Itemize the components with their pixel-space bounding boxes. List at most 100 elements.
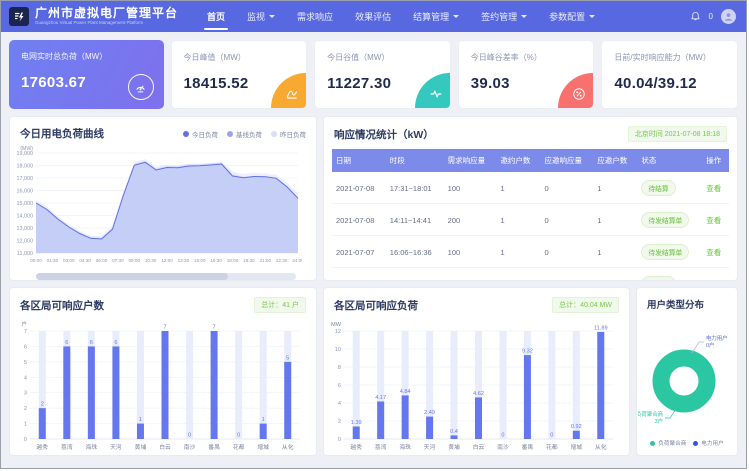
svg-text:18,000: 18,000 [17,164,34,170]
svg-text:3户: 3户 [655,417,663,425]
response-table: 日期时段需求响应量邀约户数应邀响应量应邀户数状态操作2021-07-0817:3… [332,149,729,281]
user-type-donut-chart: 电力用户0户负荷聚合商3户 [637,315,737,439]
status-badge: 待发结算单 [641,244,689,260]
table-header-cell: 应邀户数 [593,149,637,172]
legend-dot [271,131,277,137]
chart-zoom-slider[interactable] [36,273,296,280]
svg-text:白云: 白云 [159,443,171,451]
svg-text:1: 1 [262,417,265,423]
svg-text:8: 8 [338,365,341,371]
svg-text:5: 5 [286,355,289,361]
nav-item-5[interactable]: 签约管理 [470,1,538,32]
legend-item[interactable]: 昨日负荷 [271,129,306,139]
svg-text:21:00: 21:00 [260,258,272,263]
svg-text:6: 6 [114,340,117,346]
nav-item-3[interactable]: 效果评估 [344,1,402,32]
legend-label: 今日负荷 [192,129,218,139]
bottom-row: 各区局可响应户数 总计：41 户 01234567户2越秀6荔湾6海珠6天河1黄… [9,287,738,456]
nav-item-2[interactable]: 需求响应 [286,1,344,32]
kpi-card-3: 今日峰谷差率（%）39.03 [458,40,595,109]
svg-text:1: 1 [24,422,27,428]
brand-block: 广州市虚拟电厂管理平台 Guangzhou Virtual Power Plan… [35,7,178,26]
svg-text:13:30: 13:30 [178,258,190,263]
district-load-title: 各区局可响应负荷 [334,298,418,313]
svg-text:4: 4 [338,401,341,407]
nav-item-label: 效果评估 [355,10,391,23]
svg-text:2.49: 2.49 [424,410,435,416]
svg-text:0: 0 [501,433,504,439]
load-total-badge: 总计：40.04 MW [552,297,619,313]
district_load-svg: 024681012MW1.39越秀4.17荔湾4.84海珠2.49天河0.4黄埔… [324,317,619,453]
svg-text:1: 1 [139,417,142,423]
chart-zoom-handle[interactable] [36,273,228,280]
bell-icon[interactable] [690,11,701,22]
nav-item-6[interactable]: 参数配置 [538,1,606,32]
user-avatar[interactable] [721,9,736,24]
svg-text:0: 0 [237,433,240,439]
svg-text:0: 0 [338,437,341,443]
svg-text:从化: 从化 [282,443,294,451]
chevron-down-icon [269,15,275,18]
nav-item-0[interactable]: 首页 [196,1,236,32]
status-badge: 待结算 [641,276,675,281]
svg-text:11.89: 11.89 [594,325,608,331]
load-curve-chart: 11,00012,00013,00014,00015,00016,00017,0… [10,145,316,272]
cell-demand: 200 [444,268,497,282]
svg-text:7: 7 [213,325,216,331]
district-load-panel: 各区局可响应负荷 总计：40.04 MW 024681012MW1.39越秀4.… [323,287,630,456]
legend-dot [183,131,189,137]
svg-text:0.92: 0.92 [571,424,582,430]
svg-text:03:00: 03:00 [63,258,75,263]
legend-dot [693,441,698,446]
svg-text:越秀: 越秀 [350,443,362,451]
app-subtitle: Guangzhou Virtual Power Plant Management… [35,20,178,26]
legend-item[interactable]: 基线负荷 [227,129,262,139]
legend-item[interactable]: 电力用户 [693,439,723,447]
svg-text:0.4: 0.4 [450,429,458,435]
kpi-card-0: 电网实时总负荷（MW）17603.67 [9,40,164,109]
cell-accepted-count: 1 [593,236,637,268]
gauge-icon [128,74,154,100]
svg-text:花都: 花都 [233,443,245,451]
response-table-title: 响应情况统计（kW） [334,127,434,142]
notification-count: 0 [709,12,713,21]
svg-text:天河: 天河 [110,443,122,451]
nav-item-label: 监视 [247,10,265,23]
legend-item[interactable]: 负荷聚合商 [650,439,686,447]
main-menu: 首页监视 需求响应效果评估结算管理签约管理参数配置 [196,1,690,32]
navbar-right: 0 [690,9,736,24]
cell-demand: 100 [444,236,497,268]
svg-text:0: 0 [188,433,191,439]
kpi-label: 电网实时总负荷（MW） [21,51,152,62]
table-header-cell: 操作 [702,149,729,172]
view-link[interactable]: 查看 [706,216,721,225]
svg-text:13,000: 13,000 [17,226,34,232]
district-households-chart: 01234567户2越秀6荔湾6海珠6天河1黄埔7白云0南沙7番禺0花都1增城5… [10,317,316,456]
households-total-badge: 总计：41 户 [254,297,306,313]
svg-text:04:30: 04:30 [79,258,91,263]
table-row: 2021-07-0817:31~18:01100101待结算查看 [332,172,729,204]
kpi-cards-row: 电网实时总负荷（MW）17603.67今日峰值（MW）18415.52今日谷值（… [9,40,738,109]
view-link[interactable]: 查看 [706,248,721,257]
svg-text:黄埔: 黄埔 [135,443,147,451]
svg-text:2: 2 [41,402,44,408]
svg-text:0: 0 [24,437,27,443]
view-link[interactable]: 查看 [706,280,721,282]
svg-text:1.39: 1.39 [351,420,362,426]
svg-text:负荷聚合商: 负荷聚合商 [638,410,664,418]
nav-item-1[interactable]: 监视 [236,1,286,32]
svg-text:2: 2 [24,406,27,412]
svg-text:增城: 增城 [257,443,269,451]
svg-text:南沙: 南沙 [497,443,509,451]
lightning-logo-icon [13,11,25,23]
table-row: 2021-07-0115:29~15:59200101待结算查看 [332,268,729,282]
svg-text:06:00: 06:00 [96,258,108,263]
cell-date: 2021-07-08 [332,204,386,236]
nav-item-4[interactable]: 结算管理 [402,1,470,32]
svg-text:荔湾: 荔湾 [61,443,73,451]
view-link[interactable]: 查看 [706,184,721,193]
svg-text:01:30: 01:30 [47,258,59,263]
svg-text:19:30: 19:30 [243,258,255,263]
svg-text:黄埔: 黄埔 [448,443,460,451]
legend-item[interactable]: 今日负荷 [183,129,218,139]
